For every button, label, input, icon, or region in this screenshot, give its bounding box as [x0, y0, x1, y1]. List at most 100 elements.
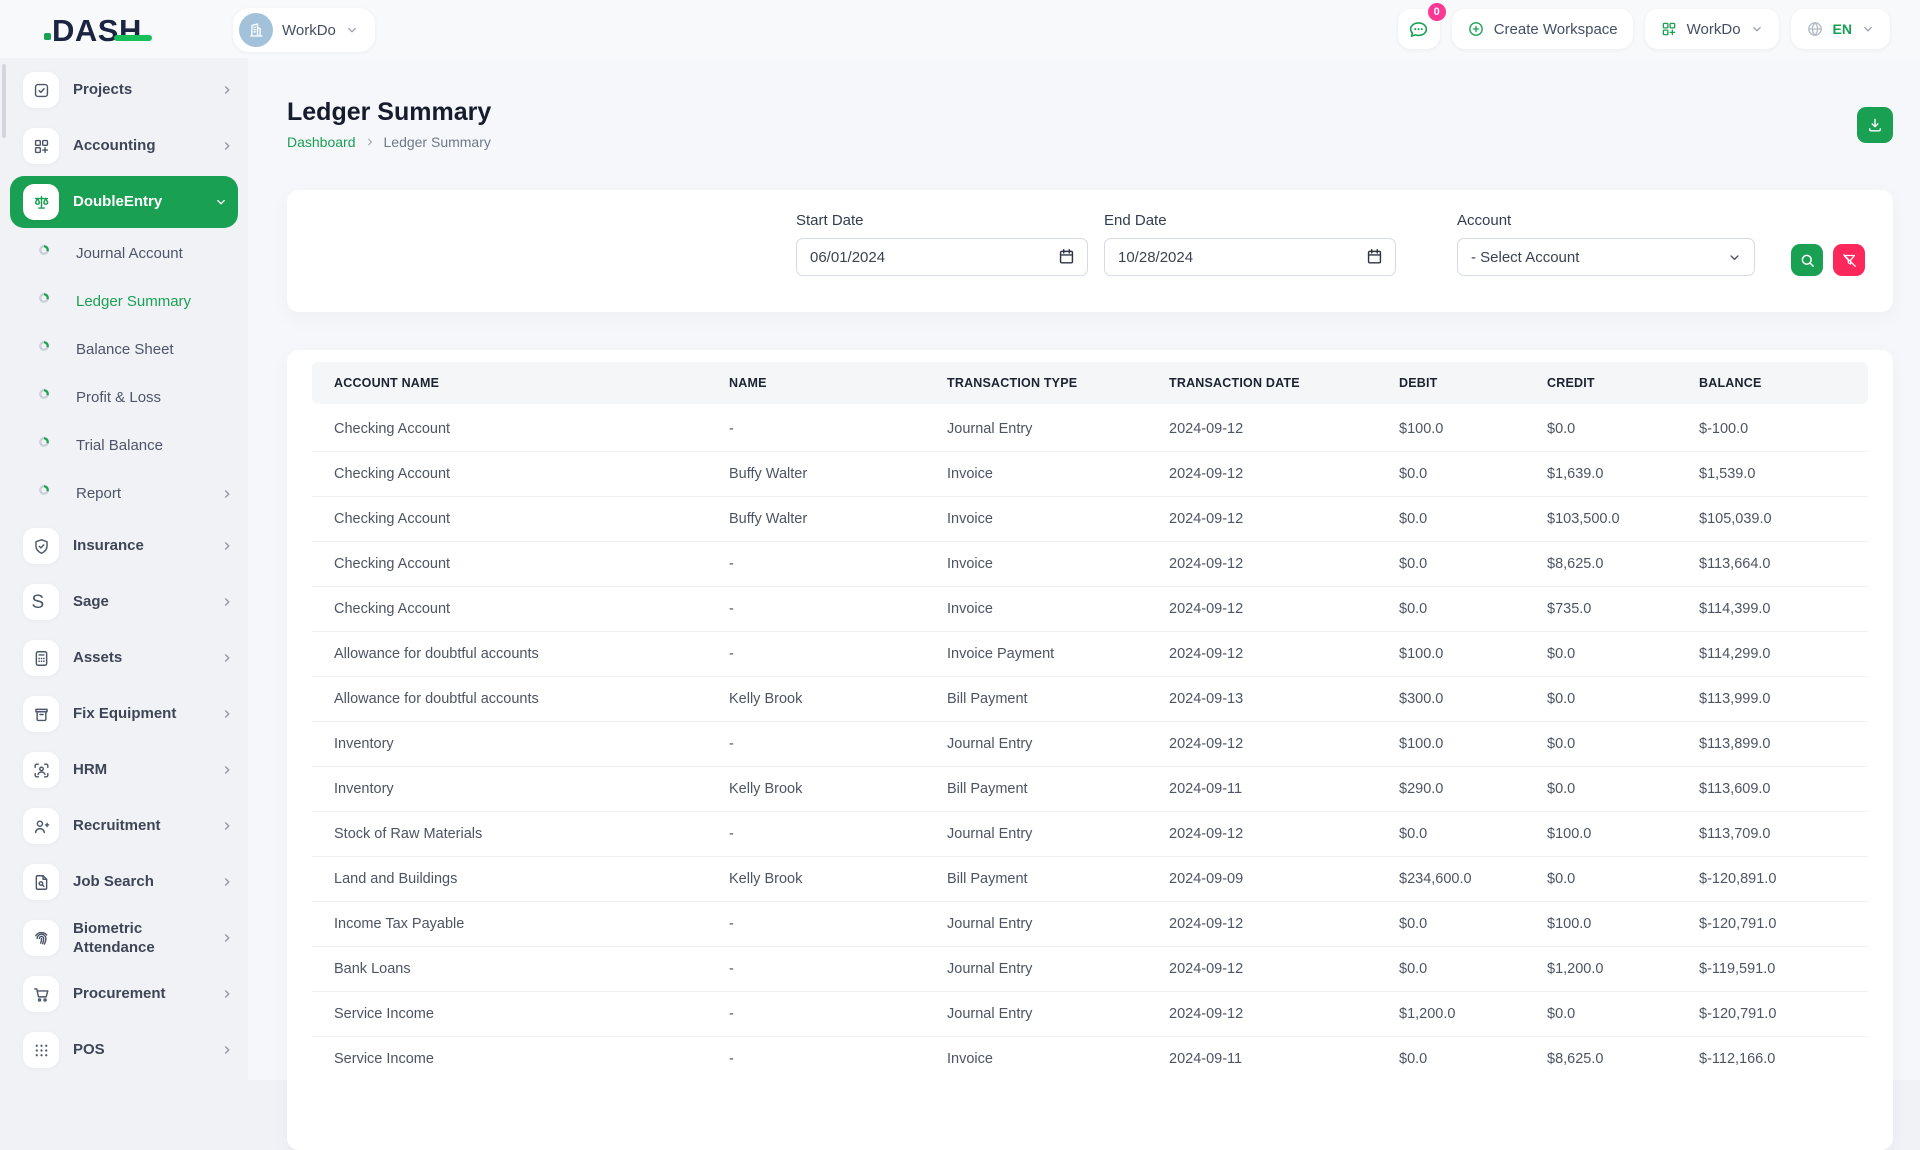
start-date-label: Start Date [796, 212, 1088, 229]
create-workspace-button[interactable]: Create Workspace [1452, 9, 1633, 49]
sidebar-item-balance-sheet[interactable]: Balance Sheet [0, 326, 248, 374]
column-header-transaction-type: TRANSACTION TYPE [925, 362, 1147, 404]
table-row: Allowance for doubtful accountsKelly Bro… [312, 677, 1868, 722]
table-row: Bank Loans-Journal Entry 2024-09-12$0.0$… [312, 947, 1868, 992]
chevron-right-icon [220, 139, 234, 153]
sidebar-item-label: Accounting [73, 136, 195, 156]
sidebar-item-procurement[interactable]: Procurement [0, 966, 248, 1022]
logo-dot [44, 33, 51, 40]
globe-icon [1806, 20, 1824, 38]
calendar-icon[interactable] [1365, 247, 1384, 266]
user-scan-icon [32, 761, 51, 780]
sidebar-item-label: HRM [73, 760, 195, 780]
sidebar-item-insurance[interactable]: Insurance [0, 518, 248, 574]
chevron-right-icon [220, 875, 234, 889]
breadcrumb-current: Ledger Summary [384, 134, 491, 150]
table-row: Checking AccountBuffy WalterInvoice 2024… [312, 452, 1868, 497]
sidebar-item-label: Procurement [73, 984, 195, 1004]
chevron-down-icon [1861, 22, 1875, 36]
chevron-down-icon [345, 23, 359, 37]
sidebar-item-accounting[interactable]: Accounting [0, 118, 248, 174]
donut-icon [39, 293, 58, 312]
language-label: EN [1833, 21, 1852, 37]
sidebar-item-label: Insurance [73, 536, 195, 556]
sidebar-item-label: POS [73, 1040, 195, 1060]
end-date-label: End Date [1104, 212, 1396, 229]
sidebar-item-hrm[interactable]: HRM [0, 742, 248, 798]
table-row: Income Tax Payable-Journal Entry 2024-09… [312, 902, 1868, 947]
checkbox-icon [32, 81, 51, 100]
sidebar-item-trial-balance[interactable]: Trial Balance [0, 422, 248, 470]
sidebar-item-job-search[interactable]: Job Search [0, 854, 248, 910]
sidebar-item-recruitment[interactable]: Recruitment [0, 798, 248, 854]
chevron-right-icon [220, 595, 234, 609]
sidebar-item-label: Assets [73, 648, 195, 668]
sidebar-item-profit-loss[interactable]: Profit & Loss [0, 374, 248, 422]
sidebar-item-ledger-summary[interactable]: Ledger Summary [0, 278, 248, 326]
building-icon [247, 21, 265, 39]
sidebar-item-doubleentry[interactable]: DoubleEntry [10, 176, 238, 228]
filter-reset-button[interactable] [1833, 244, 1865, 276]
chevron-right-icon [220, 539, 234, 553]
table-row: Service Income-Invoice 2024-09-11$0.0$8,… [312, 1037, 1868, 1082]
calendar-icon[interactable] [1057, 247, 1076, 266]
language-button[interactable]: EN [1791, 9, 1890, 49]
export-button[interactable] [1857, 107, 1893, 143]
main-content: Ledger Summary Dashboard Ledger Summary … [248, 58, 1920, 1080]
start-date-field [796, 238, 1088, 276]
sidebar-item-report[interactable]: Report [0, 470, 248, 518]
sidebar-item-journal-account[interactable]: Journal Account [0, 230, 248, 278]
sidebar-item-assets[interactable]: Assets [0, 630, 248, 686]
donut-icon [39, 245, 58, 264]
account-label: Account [1457, 212, 1755, 229]
start-date-input[interactable] [796, 238, 1088, 276]
sidebar-item-label: Journal Account [76, 244, 198, 264]
table-row: Checking AccountBuffy WalterInvoice 2024… [312, 497, 1868, 542]
table-row: Allowance for doubtful accounts-Invoice … [312, 632, 1868, 677]
sidebar-item-fix-equipment[interactable]: Fix Equipment [0, 686, 248, 742]
column-header-name: NAME [707, 362, 925, 404]
app-logo[interactable]: DASH [52, 12, 142, 48]
create-workspace-label: Create Workspace [1494, 21, 1618, 38]
sidebar-item-pos[interactable]: POS [0, 1022, 248, 1078]
dots-grid-icon [32, 1041, 51, 1060]
table-row: InventoryKelly BrookBill Payment 2024-09… [312, 767, 1868, 812]
donut-icon [39, 341, 58, 360]
workspace-switcher[interactable]: WorkDo [233, 8, 375, 52]
header-actions: 0 Create Workspace WorkDo EN [1398, 9, 1890, 49]
sidebar-item-label: Report [76, 484, 198, 504]
column-header-account-name: ACCOUNT NAME [312, 362, 707, 404]
filter-card: Start Date End Date Account - Select Acc… [287, 190, 1893, 312]
chevron-right-icon [220, 487, 234, 501]
ledger-table-card: ACCOUNT NAMENAMETRANSACTION TYPETRANSACT… [287, 350, 1893, 1150]
table-header-row: ACCOUNT NAMENAMETRANSACTION TYPETRANSACT… [312, 362, 1868, 404]
workdo-menu-label: WorkDo [1687, 21, 1741, 38]
sidebar-item-label: DoubleEntry [73, 192, 195, 212]
sidebar-item-label: Trial Balance [76, 436, 198, 456]
filter-search-button[interactable] [1791, 244, 1823, 276]
chevron-right-icon [220, 931, 234, 945]
cart-icon [32, 985, 51, 1004]
chevron-down-icon [1727, 250, 1742, 265]
breadcrumb-dashboard-link[interactable]: Dashboard [287, 134, 356, 150]
sidebar-item-sage[interactable]: S Sage [0, 574, 248, 630]
chevron-down-icon [1750, 22, 1764, 36]
table-row: Checking Account-Invoice 2024-09-12$0.0$… [312, 587, 1868, 632]
account-select[interactable]: - Select Account [1457, 238, 1755, 276]
workdo-menu-button[interactable]: WorkDo [1645, 9, 1779, 49]
plus-circle-icon [1467, 20, 1485, 38]
table-row: Land and BuildingsKelly BrookBill Paymen… [312, 857, 1868, 902]
messages-button[interactable]: 0 [1398, 9, 1440, 49]
table-row: Inventory-Journal Entry 2024-09-12$100.0… [312, 722, 1868, 767]
top-header: DASH WorkDo 0 Create Workspace WorkDo EN [0, 0, 1920, 58]
sidebar-nav: Projects Accounting DoubleEntry Journal … [0, 58, 248, 1078]
sidebar-item-projects[interactable]: Projects [0, 62, 248, 118]
end-date-field [1104, 238, 1396, 276]
chevron-right-icon [220, 651, 234, 665]
ledger-table: ACCOUNT NAMENAMETRANSACTION TYPETRANSACT… [312, 362, 1868, 1081]
sidebar-item-label: Ledger Summary [76, 292, 198, 312]
sidebar-item-biometric-attendance[interactable]: Biometric Attendance [0, 910, 248, 966]
column-header-transaction-date: TRANSACTION DATE [1147, 362, 1377, 404]
end-date-input[interactable] [1104, 238, 1396, 276]
donut-icon [39, 485, 58, 504]
